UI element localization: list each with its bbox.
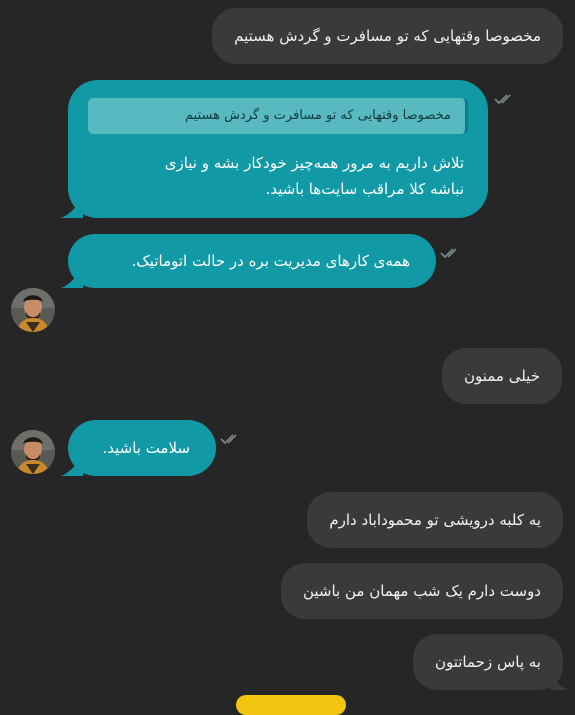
quoted-reply[interactable]: مخصوصا وقتهایی که تو مسافرت و گردش هستیم	[88, 98, 468, 134]
sent-message-6[interactable]: یه کلبه درویشی تو محموداباد دارم	[307, 492, 563, 548]
message-text: به پاس زحماتتون	[434, 653, 541, 671]
double-check-icon	[220, 434, 237, 445]
message-text-line-1: تلاش داریم به مرور همه‌چیز خودکار بشه و …	[164, 154, 464, 172]
sticker-preview[interactable]	[236, 695, 346, 715]
sent-message-4[interactable]: خیلی ممنون	[441, 348, 562, 404]
sent-message-7[interactable]: دوست دارم یک شب مهمان من باشین	[280, 563, 563, 619]
user-avatar[interactable]	[11, 288, 55, 332]
avatar-image	[11, 430, 55, 474]
bubble-tail	[61, 266, 83, 288]
sent-message-1[interactable]: مخصوصا وقتهایی که تو مسافرت و گردش هستیم	[212, 8, 563, 64]
message-text: همه‌ی کارهای مدیریت بره در حالت اتوماتیک…	[131, 252, 410, 270]
message-text: سلامت باشید.	[102, 439, 190, 457]
quoted-text: مخصوصا وقتهایی که تو مسافرت و گردش هستیم	[185, 108, 451, 123]
double-check-icon	[494, 94, 511, 105]
double-check-icon	[440, 248, 457, 259]
bubble-tail	[551, 672, 569, 690]
sent-message-8[interactable]: به پاس زحماتتون	[412, 634, 563, 690]
message-text: یه کلبه درویشی تو محموداباد دارم	[329, 511, 541, 529]
message-text: دوست دارم یک شب مهمان من باشین	[302, 582, 541, 600]
user-avatar[interactable]	[11, 430, 55, 474]
message-text-line-2: نباشه کلا مراقب سایت‌ها باشید.	[265, 180, 464, 198]
message-text: خیلی ممنون	[463, 367, 540, 385]
received-message-5[interactable]: سلامت باشید.	[68, 420, 216, 476]
received-message-2[interactable]: مخصوصا وقتهایی که تو مسافرت و گردش هستیم…	[68, 80, 488, 218]
bubble-tail	[61, 196, 83, 218]
message-text: مخصوصا وقتهایی که تو مسافرت و گردش هستیم	[234, 27, 541, 45]
avatar-image	[11, 288, 55, 332]
received-message-3[interactable]: همه‌ی کارهای مدیریت بره در حالت اتوماتیک…	[68, 234, 436, 288]
message-body: تلاش داریم به مرور همه‌چیز خودکار بشه و …	[84, 150, 464, 202]
bubble-tail	[61, 454, 83, 476]
